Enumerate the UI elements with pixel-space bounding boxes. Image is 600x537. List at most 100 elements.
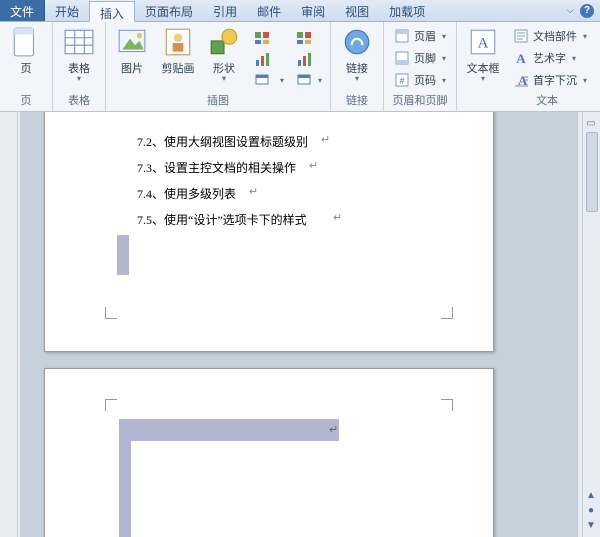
clipart-icon xyxy=(162,26,194,58)
screenshot-button[interactable]: ▾ xyxy=(250,70,288,90)
header-icon xyxy=(394,28,410,44)
dropcap-icon xyxy=(513,72,529,88)
header-button[interactable]: 页眉▾ xyxy=(390,26,450,46)
textbox-button[interactable]: 文本框▾ xyxy=(463,26,503,82)
group-文本: 文本框▾文档部件▾艺术字▾首字下沉▾▾▾文本 xyxy=(457,22,600,111)
tab-审阅[interactable]: 审阅 xyxy=(291,0,335,21)
link-button[interactable]: 链接▾ xyxy=(337,26,377,82)
screenshot-icon xyxy=(296,72,312,88)
wordart-button[interactable]: 艺术字 ▾ xyxy=(509,48,591,68)
label: 剪贴画 xyxy=(162,60,195,76)
quickparts-button[interactable]: 文档部件 ▾ xyxy=(509,26,591,46)
label: 艺术字 xyxy=(533,50,566,66)
table-button[interactable]: 表格▾ xyxy=(59,26,99,82)
ribbon: 页页表格▾表格图片剪贴画形状▾▾▾插图链接▾链接页眉▾页脚▾页码▾页眉和页脚文本… xyxy=(0,22,600,112)
label: 图片 xyxy=(121,60,143,76)
crop-mark xyxy=(105,399,117,411)
group-label: 页眉和页脚 xyxy=(390,90,450,111)
crop-mark xyxy=(441,399,453,411)
page-1[interactable]: 7.2、使用大纲视图设置标题级别↵ 7.3、设置主控文档的相关操作↵ 7.4、使… xyxy=(44,112,494,352)
help-icon[interactable]: ? xyxy=(580,4,594,18)
doc-line[interactable]: 7.2、使用大纲视图设置标题级别 xyxy=(137,133,308,150)
chart-icon xyxy=(296,50,312,66)
group-页: 页页 xyxy=(0,22,53,111)
picture-button[interactable]: 图片 xyxy=(112,26,152,76)
smartart-icon xyxy=(254,28,270,44)
dropdown-icon: ▾ xyxy=(572,54,576,63)
dropdown-icon: ▾ xyxy=(442,76,446,85)
label: 页眉 xyxy=(414,28,436,44)
doc-line[interactable]: 7.5、使用“设计”选项卡下的样式 xyxy=(137,211,307,228)
textbox-icon xyxy=(467,26,499,58)
group-链接: 链接▾ 链接 xyxy=(331,22,384,111)
menu-bar: 文件 开始插入页面布局引用邮件审阅视图加载项 ⌵ ? xyxy=(0,0,600,22)
dropcap-button[interactable]: 首字下沉 ▾ xyxy=(509,70,591,90)
shapes-icon xyxy=(208,26,240,58)
tab-引用[interactable]: 引用 xyxy=(203,0,247,21)
dropdown-icon: ▾ xyxy=(280,76,284,85)
page-2[interactable]: ↵ xyxy=(44,368,494,537)
page-icon xyxy=(10,26,42,58)
screenshot-button[interactable]: ▾ xyxy=(294,70,324,90)
crop-mark xyxy=(441,307,453,319)
dropdown-icon: ▾ xyxy=(583,76,587,85)
tab-开始[interactable]: 开始 xyxy=(45,0,89,21)
group-label: 链接 xyxy=(337,90,377,111)
prev-page-icon[interactable]: ▲ xyxy=(586,490,596,501)
text-cursor-block xyxy=(117,235,129,275)
tab-file[interactable]: 文件 xyxy=(0,0,45,21)
crop-mark xyxy=(105,307,117,319)
label: 首字下沉 xyxy=(533,72,577,88)
clipart-button[interactable]: 剪贴画 xyxy=(158,26,198,76)
wordart-icon xyxy=(513,50,529,66)
dropdown-icon: ▾ xyxy=(77,76,81,82)
group-label: 表格 xyxy=(59,90,99,111)
chart-button[interactable] xyxy=(250,48,288,68)
chart-icon xyxy=(254,50,270,66)
tab-视图[interactable]: 视图 xyxy=(335,0,379,21)
workspace: 7.2、使用大纲视图设置标题级别↵ 7.3、设置主控文档的相关操作↵ 7.4、使… xyxy=(0,112,600,537)
scroll-thumb[interactable] xyxy=(586,132,598,212)
pagenum-icon xyxy=(394,72,410,88)
shapes-button[interactable]: 形状▾ xyxy=(204,26,244,82)
next-page-icon[interactable]: ▼ xyxy=(586,520,596,531)
doc-line[interactable]: 7.3、设置主控文档的相关操作 xyxy=(137,159,296,176)
table-icon xyxy=(63,26,95,58)
dropdown-icon: ▾ xyxy=(355,76,359,82)
browse-object-icon[interactable]: ● xyxy=(588,505,594,516)
group-表格: 表格▾ 表格 xyxy=(53,22,106,111)
doc-line[interactable]: 7.4、使用多级列表 xyxy=(137,185,236,202)
ribbon-minimize-icon[interactable]: ⌵ xyxy=(566,5,574,16)
label: 文档部件 xyxy=(533,28,577,44)
dropdown-icon: ▾ xyxy=(481,76,485,82)
link-icon xyxy=(341,26,373,58)
vertical-scrollbar[interactable]: ▭ ▲ ● ▼ xyxy=(582,112,600,537)
tab-邮件[interactable]: 邮件 xyxy=(247,0,291,21)
tab-插入[interactable]: 插入 xyxy=(89,1,135,22)
screenshot-icon xyxy=(254,72,270,88)
footer-button[interactable]: 页脚▾ xyxy=(390,48,450,68)
document-area[interactable]: 7.2、使用大纲视图设置标题级别↵ 7.3、设置主控文档的相关操作↵ 7.4、使… xyxy=(20,112,578,537)
group-页眉和页脚: 页眉▾页脚▾ 页码 ▾ 页眉和页脚 xyxy=(384,22,457,111)
selection-block xyxy=(119,441,131,537)
tab-页面布局[interactable]: 页面布局 xyxy=(135,0,203,21)
chart-button[interactable] xyxy=(294,48,324,68)
smartart-button[interactable] xyxy=(250,26,288,46)
selection-block xyxy=(119,419,339,441)
smartart-button[interactable] xyxy=(294,26,324,46)
page-button[interactable]: 页 xyxy=(6,26,46,76)
split-icon[interactable]: ▭ xyxy=(586,118,595,129)
group-label: 插图 xyxy=(112,90,324,111)
smartart-icon xyxy=(296,28,312,44)
picture-icon xyxy=(116,26,148,58)
tab-加载项[interactable]: 加载项 xyxy=(379,0,435,21)
label: 页码 xyxy=(414,72,436,88)
dropdown-icon: ▾ xyxy=(318,76,322,85)
dropdown-icon: ▾ xyxy=(583,32,587,41)
group-label: 文本 xyxy=(463,90,600,111)
label: 页脚 xyxy=(414,50,436,66)
vertical-ruler xyxy=(0,112,18,537)
pagenum-button[interactable]: 页码 ▾ xyxy=(390,70,450,90)
footer-icon xyxy=(394,50,410,66)
dropdown-icon: ▾ xyxy=(222,76,226,82)
